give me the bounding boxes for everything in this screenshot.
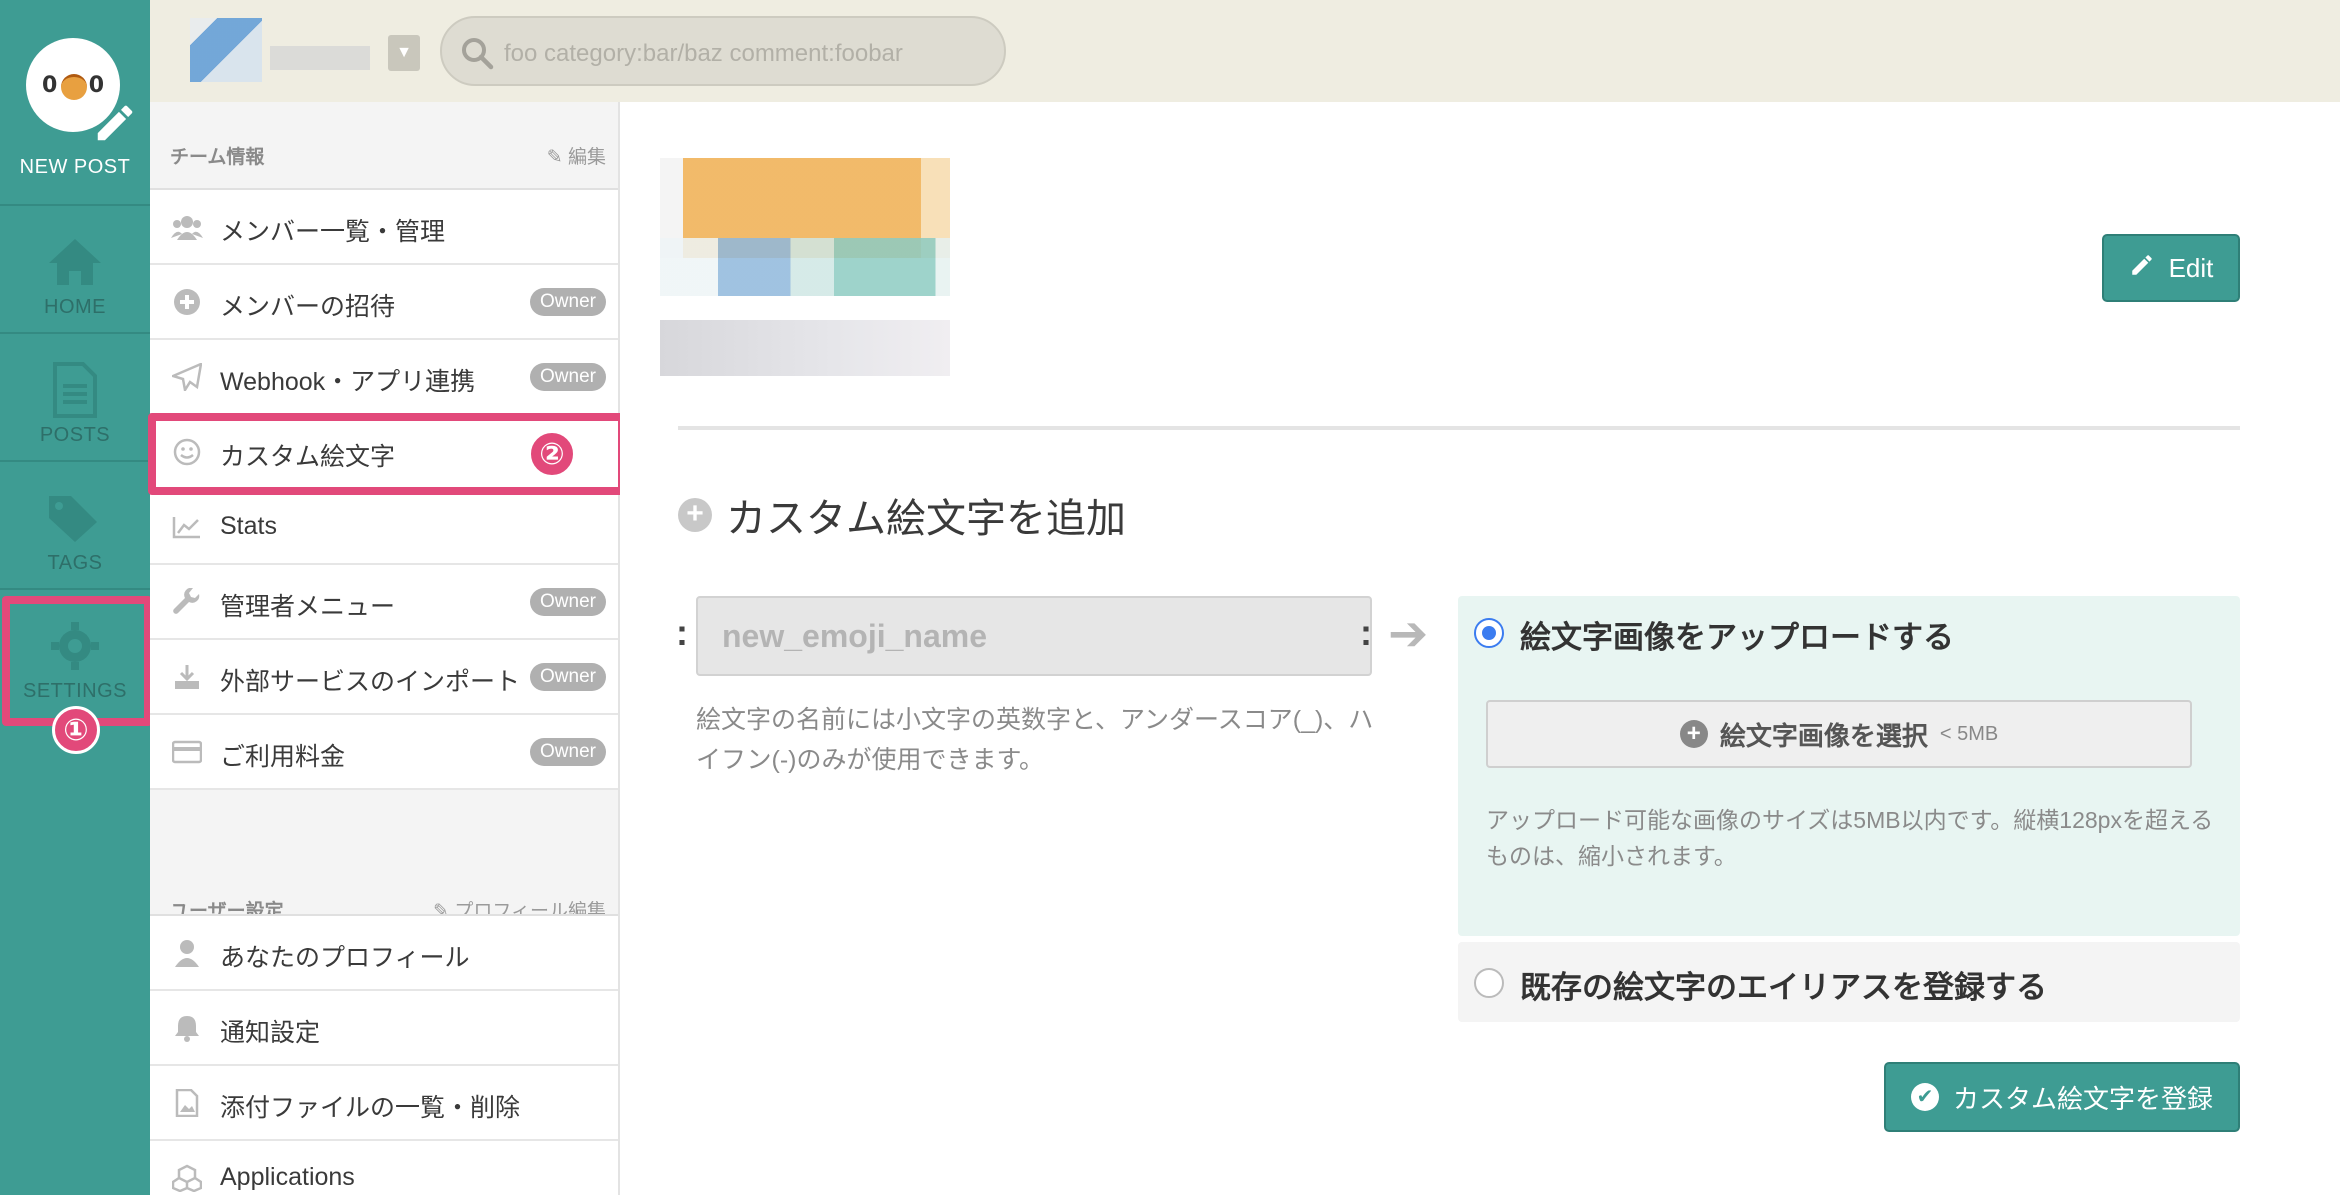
sidebar-item-label: Stats (220, 512, 277, 540)
sidebar-item-label: 通知設定 (220, 1019, 321, 1047)
section-title: カスタム絵文字を追加 (726, 497, 1126, 541)
alias-option-panel: 既存の絵文字のエイリアスを登録する (1458, 942, 2240, 1022)
owner-badge: Owner (530, 738, 606, 766)
sidebar-item-label: Webhook・アプリ連携 (220, 368, 476, 396)
sidebar-item-label: 添付ファイルの一覧・削除 (220, 1094, 521, 1122)
file-size-limit: < 5MB (1939, 722, 1999, 745)
logo-eye-right: 0 (88, 72, 104, 98)
owner-badge: Owner (530, 288, 606, 316)
logo-eye-left: 0 (42, 72, 58, 98)
paper-plane-icon (170, 360, 204, 394)
sidebar-item-notifications[interactable]: 通知設定 (150, 991, 618, 1066)
upload-option-panel: 絵文字画像をアップロードする + 絵文字画像を選択 < 5MB アップロード可能… (1458, 596, 2240, 936)
search-bar[interactable]: foo category:bar/baz comment:foobar (440, 16, 1006, 86)
rail-label-tags: TAGS (47, 552, 103, 574)
line-chart-icon (170, 510, 204, 544)
team-logo[interactable] (190, 18, 405, 82)
caret-down-icon[interactable]: ▼ (388, 35, 420, 71)
image-file-icon (170, 1086, 204, 1120)
team-description-blurred (660, 320, 950, 376)
rail-item-home[interactable]: HOME (0, 206, 150, 334)
emoji-name-field[interactable] (696, 596, 1372, 676)
arrow-right-icon: ➔ (1388, 608, 1429, 661)
upload-option-label[interactable]: 絵文字画像をアップロードする (1520, 612, 1954, 657)
home-icon (0, 232, 150, 292)
team-name-blurred (660, 238, 950, 296)
sidebar-item-admin-menu[interactable]: 管理者メニュー Owner (150, 565, 618, 640)
sidebar-item-billing[interactable]: ご利用料金 Owner (150, 715, 618, 790)
upload-hint: アップロード可能な画像のサイズは5MB以内です。縦横128pxを超えるものは、縮… (1486, 807, 2214, 869)
emoji-name-hint: 絵文字の名前には小文字の英数字と、アンダースコア(_)、ハイフン(-)のみが使用… (696, 706, 1374, 774)
plus-circle-icon (170, 285, 204, 319)
download-icon (170, 660, 204, 694)
sidebar-item-label: 管理者メニュー (220, 593, 396, 621)
check-circle-icon: ✔ (1910, 1083, 1939, 1111)
colon-left: : (676, 612, 688, 653)
sidebar-item-invite[interactable]: メンバーの招待 Owner (150, 265, 618, 340)
team-logo-image (190, 18, 262, 82)
sidebar-item-webhook[interactable]: Webhook・アプリ連携 Owner (150, 340, 618, 415)
sidebar-item-label: Applications (220, 1163, 355, 1191)
pencil-icon[interactable] (92, 100, 138, 154)
document-icon (0, 360, 150, 420)
bell-icon (170, 1011, 204, 1045)
credit-card-icon (170, 735, 204, 769)
edit-button-label: Edit (2168, 252, 2214, 283)
logo-nose (61, 74, 87, 100)
team-edit-label: 編集 (567, 147, 606, 168)
owner-badge: Owner (530, 588, 606, 616)
alias-option-label[interactable]: 既存の絵文字のエイリアスを登録する (1520, 962, 2047, 1007)
upload-radio[interactable] (1474, 618, 1504, 648)
sidebar-item-members[interactable]: メンバー一覧・管理 (150, 190, 618, 265)
colon-right: : (1360, 612, 1372, 653)
user-settings-list: あなたのプロフィール 通知設定 添付ファイルの一覧・削除 Application… (150, 914, 618, 1195)
sidebar-item-label: ご利用料金 (220, 743, 346, 771)
search-placeholder: foo category:bar/baz comment:foobar (504, 40, 903, 67)
sidebar-item-stats[interactable]: Stats (150, 490, 618, 565)
owner-badge: Owner (530, 363, 606, 391)
owner-badge: Owner (530, 663, 606, 691)
register-emoji-label: カスタム絵文字を登録 (1952, 1083, 2213, 1114)
sidebar-item-profile[interactable]: あなたのプロフィール (150, 916, 618, 991)
register-emoji-button[interactable]: ✔ カスタム絵文字を登録 (1884, 1062, 2240, 1132)
sidebar-item-label: メンバーの招待 (220, 293, 396, 321)
emoji-name-input[interactable] (698, 598, 1370, 674)
sidebar-item-attachments[interactable]: 添付ファイルの一覧・削除 (150, 1066, 618, 1141)
alias-radio[interactable] (1474, 968, 1504, 998)
user-icon (170, 936, 204, 970)
sidebar-item-import[interactable]: 外部サービスのインポート Owner (150, 640, 618, 715)
annotation-number-1: ① (52, 706, 100, 754)
cubes-icon (170, 1161, 204, 1195)
sidebar-item-label: 外部サービスのインポート (220, 668, 521, 696)
team-edit-link[interactable]: ✎ 編集 (547, 142, 606, 169)
sidebar-item-label: あなたのプロフィール (220, 944, 470, 972)
rail-item-tags[interactable]: TAGS (0, 462, 150, 590)
section-header: + カスタム絵文字を追加 (678, 490, 1126, 541)
app-window: 0 0 NEW POST HOME POSTS TAGS SETTINGS ① … (0, 0, 2340, 1195)
sidebar-item-label: メンバー一覧・管理 (220, 218, 446, 246)
search-icon (460, 36, 494, 70)
rail-label-posts: POSTS (39, 424, 111, 446)
annotation-number-2: ② (528, 430, 576, 478)
new-post-label[interactable]: NEW POST (0, 156, 150, 179)
select-image-label: 絵文字画像を選択 (1719, 720, 1928, 751)
edit-button[interactable]: Edit (2102, 234, 2240, 302)
settings-sidebar: チーム情報 ✎ 編集 メンバー一覧・管理 メンバーの招待 Owner Webho… (150, 102, 620, 1195)
users-icon (170, 210, 204, 244)
team-name-blurred (270, 46, 370, 70)
tags-icon (0, 488, 150, 548)
rail-item-posts[interactable]: POSTS (0, 334, 150, 462)
team-section-header: チーム情報 ✎ 編集 (150, 102, 618, 188)
rail-label-home: HOME (44, 296, 106, 318)
select-image-button[interactable]: + 絵文字画像を選択 < 5MB (1486, 700, 2192, 768)
top-bar: ▼ foo category:bar/baz comment:foobar (150, 0, 2340, 102)
team-section-title: チーム情報 (170, 147, 265, 168)
sidebar-item-applications[interactable]: Applications (150, 1141, 618, 1195)
main-content: Edit + カスタム絵文字を追加 : : ➔ 絵文字の名前には小文字の英数字と… (620, 102, 2340, 1195)
plus-circle-icon: + (1679, 720, 1708, 748)
section-divider (678, 426, 2240, 430)
plus-circle-icon: + (678, 498, 712, 532)
wrench-icon (170, 585, 204, 619)
pencil-icon (2129, 252, 2155, 285)
